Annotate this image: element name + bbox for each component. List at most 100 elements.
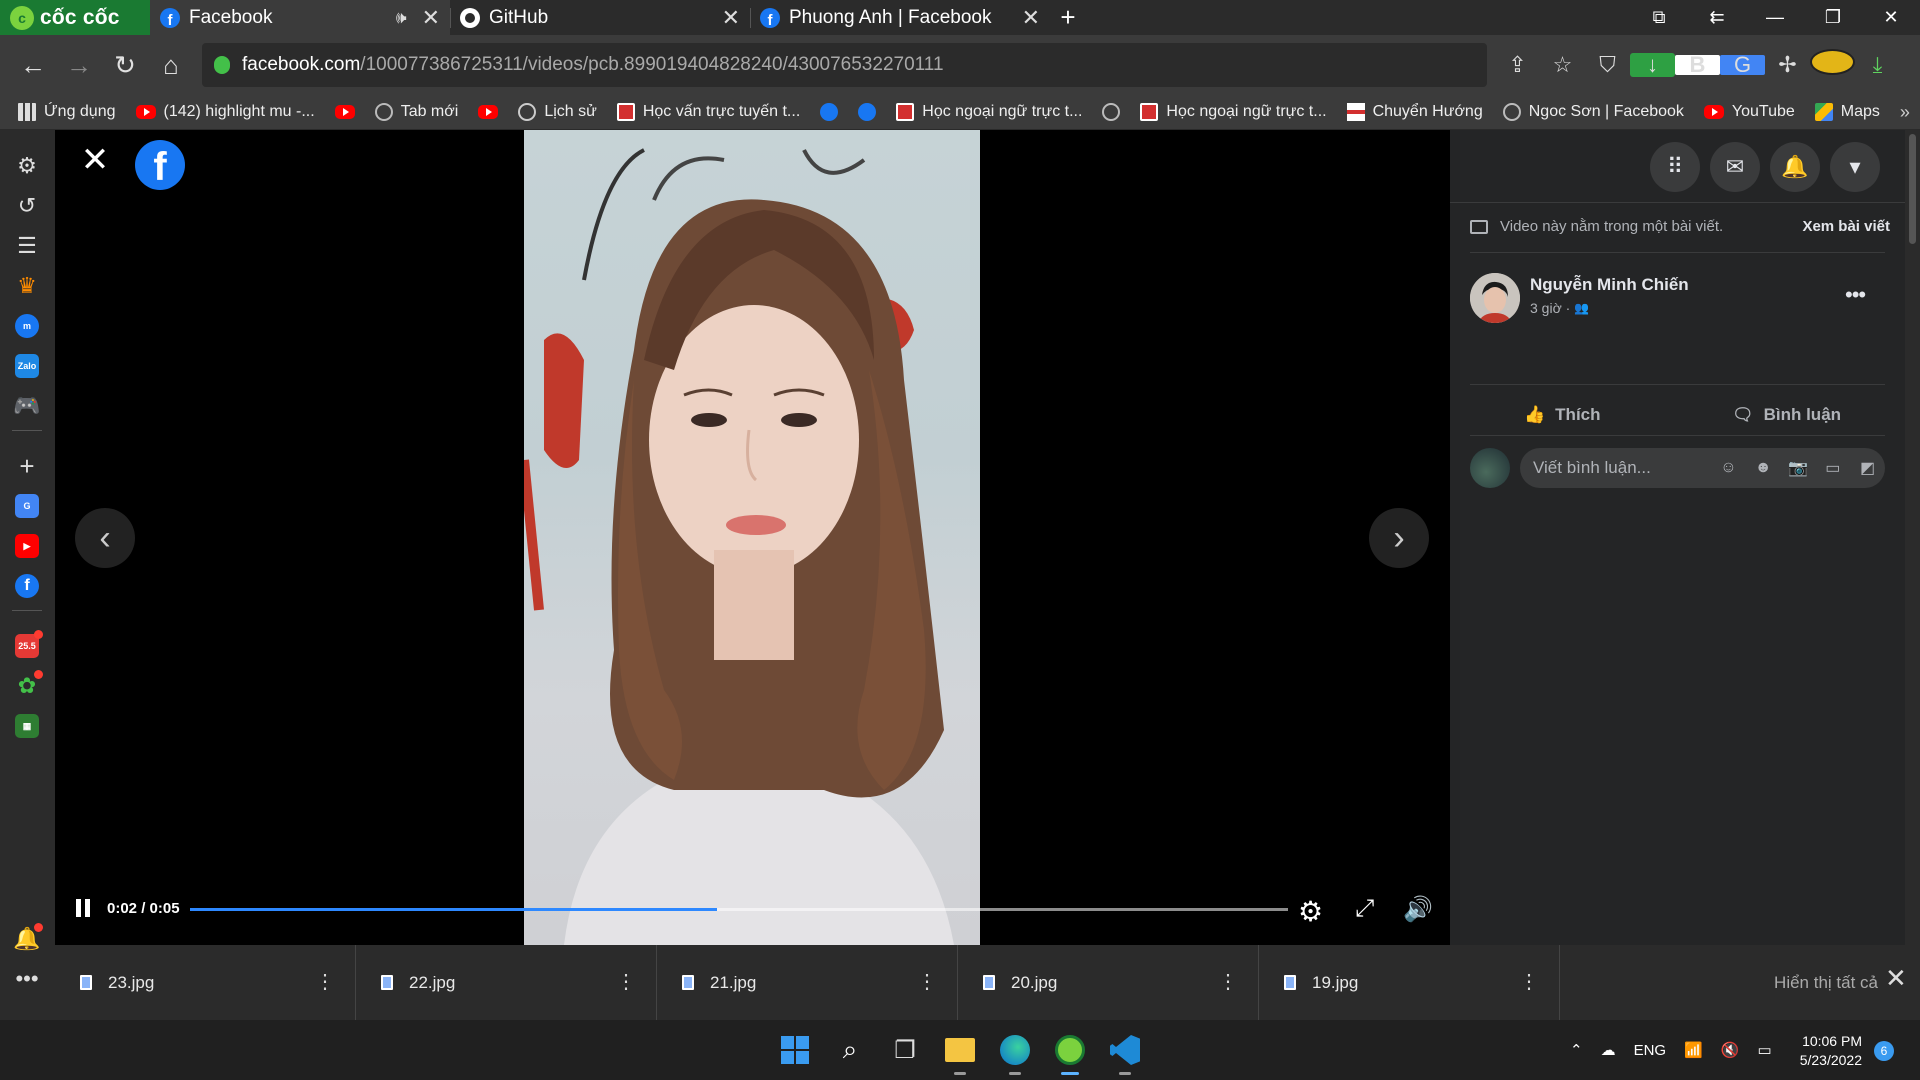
address-bar[interactable]: facebook.com/100077386725311/videos/pcb.…: [202, 43, 1487, 87]
start-button[interactable]: [777, 1032, 813, 1068]
reload-button[interactable]: ↻: [102, 50, 148, 81]
download-options-icon[interactable]: ⋮: [1519, 969, 1539, 994]
close-tab-icon[interactable]: ✕: [422, 5, 440, 31]
pause-icon[interactable]: [73, 897, 93, 919]
vscode-icon[interactable]: [1107, 1032, 1143, 1075]
video-frame[interactable]: [524, 130, 980, 945]
bookmark-youtube-main[interactable]: YouTube: [1703, 103, 1795, 121]
like-button[interactable]: 👍 Thích: [1524, 395, 1601, 435]
youtube-icon[interactable]: ▶: [13, 532, 41, 560]
chevron-up-icon[interactable]: ⌃: [1570, 1041, 1583, 1059]
forward-button[interactable]: →: [56, 50, 102, 81]
post-more-options-icon[interactable]: •••: [1845, 282, 1866, 308]
bookmark-maps[interactable]: Maps: [1814, 103, 1880, 121]
download-item[interactable]: 23.jpg ⋮: [55, 945, 356, 1020]
download-options-icon[interactable]: ⋮: [1218, 969, 1238, 994]
share-icon[interactable]: ⇪: [1495, 52, 1540, 78]
video-settings-icon[interactable]: ⚙: [1298, 895, 1323, 928]
bookmark-hoc-van[interactable]: Học vấn trực tuyến t...: [616, 103, 800, 121]
zalo-icon[interactable]: Zalo: [13, 352, 41, 380]
bookmark-facebook-2[interactable]: [858, 103, 877, 121]
comment-input[interactable]: [1533, 458, 1703, 478]
close-viewer-button[interactable]: ✕: [75, 140, 115, 180]
bookmark-youtube-highlight[interactable]: (142) highlight mu -...: [135, 103, 315, 121]
tab-github[interactable]: GitHub ✕: [450, 0, 750, 35]
gif-icon[interactable]: ▭: [1815, 458, 1850, 478]
bookmark-new-tab[interactable]: Tab mới: [374, 103, 458, 121]
author-name[interactable]: Nguyễn Minh Chiến: [1530, 275, 1689, 295]
sticker-icon[interactable]: ◩: [1850, 458, 1885, 478]
coccoc-menu-button[interactable]: c cốc cốc: [0, 0, 150, 35]
facebook-icon[interactable]: f: [13, 572, 41, 600]
extension-b-icon[interactable]: B: [1675, 52, 1720, 78]
bookmark-globe[interactable]: [1102, 103, 1121, 121]
shield-icon[interactable]: ⛉: [1585, 52, 1630, 78]
secure-lock-icon[interactable]: [214, 56, 230, 74]
bookmark-hoc-ngoai-ngu-1[interactable]: Học ngoại ngữ trực t...: [896, 103, 1082, 121]
onedrive-cloud-icon[interactable]: ☁: [1601, 1041, 1616, 1059]
calendar-icon[interactable]: 25.5: [13, 630, 43, 660]
show-all-downloads-link[interactable]: Hiển thị tất cả: [1774, 973, 1878, 993]
messenger-icon[interactable]: ✉: [1710, 142, 1760, 192]
scrollbar-thumb[interactable]: [1909, 134, 1916, 244]
download-options-icon[interactable]: ⋮: [917, 969, 937, 994]
bookmark-ngoc-son[interactable]: Ngoc Sơn | Facebook: [1502, 103, 1684, 121]
bookmark-chuyen-huong[interactable]: Chuyển Hướng: [1346, 103, 1483, 121]
search-icon[interactable]: ⌕: [832, 1032, 868, 1068]
crown-icon[interactable]: ♛: [13, 272, 41, 300]
extensions-puzzle-icon[interactable]: ✢: [1765, 52, 1810, 78]
language-indicator[interactable]: ENG: [1634, 1042, 1667, 1059]
profile-extension-icon[interactable]: [1810, 49, 1855, 81]
notifications-bell-icon[interactable]: 🔔: [1770, 142, 1820, 192]
close-downloads-icon[interactable]: ✕: [1885, 963, 1907, 994]
maximize-button[interactable]: ❐: [1804, 7, 1862, 28]
current-user-avatar[interactable]: [1470, 448, 1510, 488]
bookmark-star-icon[interactable]: ☆: [1540, 52, 1585, 78]
url-text[interactable]: facebook.com/100077386725311/videos/pcb.…: [242, 54, 944, 76]
facebook-logo-icon[interactable]: f: [135, 140, 185, 190]
edge-icon[interactable]: [997, 1032, 1033, 1075]
messenger-icon[interactable]: m: [13, 312, 41, 340]
download-item[interactable]: 20.jpg ⋮: [958, 945, 1259, 1020]
minimize-button[interactable]: —: [1746, 7, 1804, 28]
close-window-button[interactable]: ✕: [1862, 7, 1920, 28]
reading-list-icon[interactable]: ☰: [13, 232, 41, 260]
volume-icon[interactable]: 🔊: [1403, 895, 1433, 924]
bookmark-apps[interactable]: Ứng dụng: [18, 103, 116, 121]
video-progress-bar[interactable]: [190, 908, 1288, 911]
previous-media-button[interactable]: ‹: [75, 508, 135, 568]
download-options-icon[interactable]: ⋮: [315, 969, 335, 994]
history-icon[interactable]: ↺: [13, 192, 41, 220]
page-scrollbar[interactable]: [1905, 130, 1920, 945]
translate-icon[interactable]: G: [13, 492, 41, 520]
battery-icon[interactable]: ▭: [1757, 1041, 1771, 1059]
translate-icon[interactable]: G: [1720, 52, 1765, 78]
close-tab-icon[interactable]: ✕: [1022, 5, 1040, 31]
bookmark-youtube-2[interactable]: [478, 105, 499, 119]
coccoc-green-icon[interactable]: ✿: [13, 670, 43, 700]
taskbar-clock[interactable]: 10:06 PM 5/23/2022: [1790, 1032, 1862, 1070]
tab-phuong-anh[interactable]: f Phuong Anh | Facebook ✕: [750, 0, 1050, 35]
bookmark-hoc-ngoai-ngu-2[interactable]: Học ngoại ngữ trực t...: [1140, 103, 1327, 121]
downloads-icon[interactable]: ⤓: [1855, 52, 1900, 78]
download-options-icon[interactable]: ⋮: [616, 969, 636, 994]
friends-audience-icon[interactable]: 👥: [1574, 301, 1589, 315]
author-avatar[interactable]: [1470, 273, 1520, 323]
audio-playing-icon[interactable]: 🕪: [396, 8, 407, 28]
file-explorer-icon[interactable]: [942, 1032, 978, 1075]
camera-icon[interactable]: 📷: [1781, 458, 1816, 478]
more-options-icon[interactable]: •••: [13, 965, 41, 993]
close-tab-icon[interactable]: ✕: [722, 5, 740, 31]
picture-in-picture-icon[interactable]: ⧉: [1630, 7, 1688, 28]
download-item[interactable]: 19.jpg ⋮: [1259, 945, 1560, 1020]
add-shortcut-icon[interactable]: +: [13, 451, 41, 481]
view-post-link[interactable]: Xem bài viết: [1802, 218, 1890, 235]
download-item[interactable]: 22.jpg ⋮: [356, 945, 657, 1020]
sheet-icon[interactable]: ▦: [13, 712, 41, 740]
muted-speaker-icon[interactable]: 🔇: [1721, 1041, 1740, 1059]
notification-count-badge[interactable]: 6: [1874, 1041, 1894, 1061]
new-tab-button[interactable]: +: [1050, 0, 1086, 35]
comment-button[interactable]: 🗨 Bình luận: [1732, 395, 1841, 435]
gamepad-icon[interactable]: 🎮: [13, 392, 41, 420]
emoji-icon[interactable]: ☻: [1746, 459, 1781, 477]
